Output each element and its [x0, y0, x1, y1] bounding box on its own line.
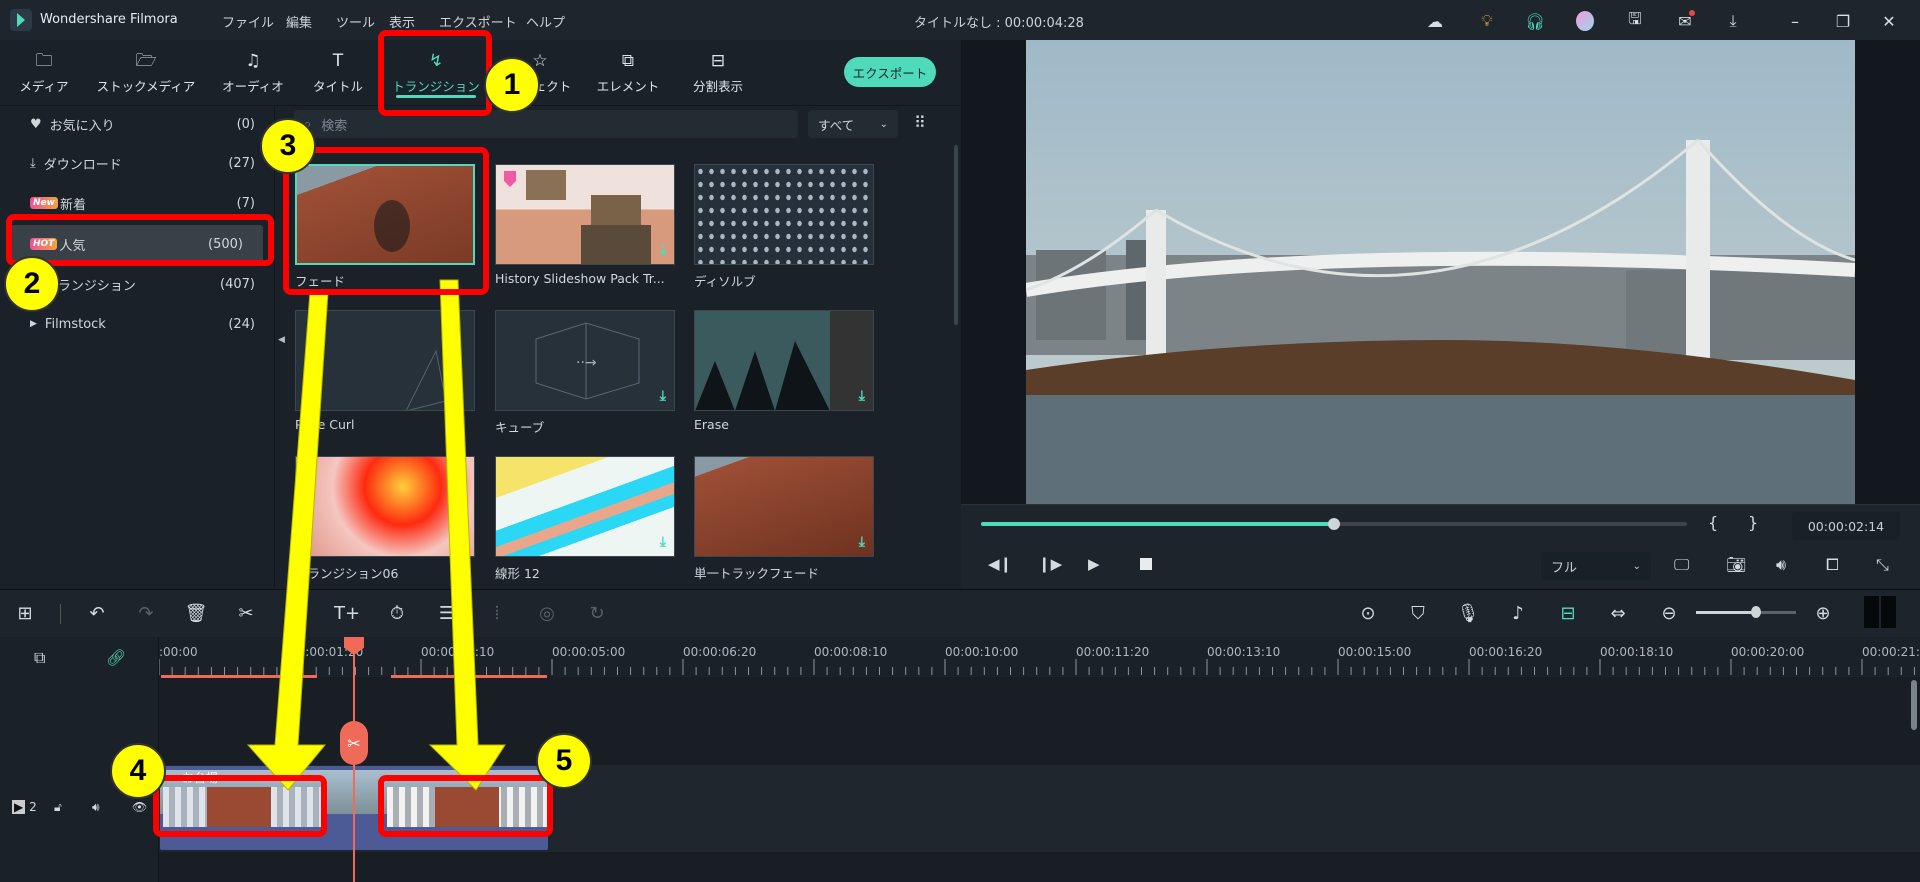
- annotation-marker-1: 1: [484, 57, 540, 113]
- annotation-arrow: [246, 291, 329, 791]
- annotation-box-popular: [6, 214, 274, 266]
- annotation-marker-5: 5: [536, 733, 592, 789]
- annotation-box-clip-start: [153, 775, 327, 837]
- annotation-box-transitions-tab: [378, 30, 492, 116]
- annotation-arrow: [428, 279, 506, 791]
- annotation-marker-4: 4: [110, 743, 166, 799]
- annotation-marker-2: 2: [4, 256, 60, 312]
- annotation-box-fade: [283, 147, 489, 295]
- annotation-box-clip-end: [378, 775, 553, 837]
- annotation-marker-3: 3: [260, 118, 316, 174]
